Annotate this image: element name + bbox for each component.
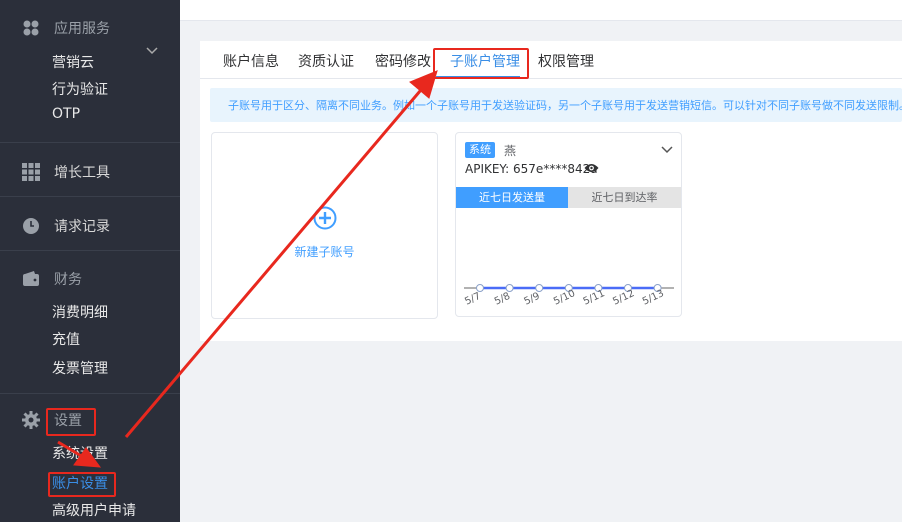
sidebar-divider (0, 196, 180, 197)
app-service-icon (23, 20, 39, 36)
tab-7day-arrival[interactable]: 近七日到达率 (568, 187, 681, 208)
sidebar-item-behavior-verify[interactable]: 行为验证 (52, 79, 108, 99)
apikey-text: APIKEY: 657e****842a (465, 162, 598, 176)
sidebar-item-invoice[interactable]: 发票管理 (52, 358, 108, 378)
sidebar-divider (0, 142, 180, 143)
sidebar: 应用服务 营销云 行为验证 OTP 增长工具 请求记录 财务 消费明细 充值 发… (0, 0, 180, 522)
tab-account-info[interactable]: 账户信息 (223, 51, 279, 71)
sidebar-section-request-log[interactable]: 请求记录 (22, 216, 110, 236)
chart-tick-label: 5/13 (641, 288, 666, 307)
wallet-icon (23, 271, 39, 286)
tab-permissions[interactable]: 权限管理 (538, 51, 594, 71)
sidebar-section-title: 增长工具 (54, 165, 110, 181)
tab-7day-sent[interactable]: 近七日发送量 (456, 187, 568, 208)
top-header (180, 0, 902, 21)
account-settings-panel: 账户信息 资质认证 密码修改 子账户管理 权限管理 子账号用于区分、隔离不同业务… (200, 41, 902, 341)
gear-icon (22, 411, 40, 429)
chevron-down-icon[interactable] (661, 145, 673, 155)
clock-icon (23, 218, 39, 234)
sidebar-item-marketing-cloud[interactable]: 营销云 (52, 52, 94, 72)
sidebar-item-recharge[interactable]: 充值 (52, 329, 80, 349)
sidebar-section-app-service[interactable]: 应用服务 (22, 18, 110, 38)
chart-tick-label: 5/12 (611, 288, 636, 307)
notice-text: 子账号用于区分、隔离不同业务。例如一个子账号用于发送验证码，另一个子账号用于发送… (228, 99, 902, 112)
stats-tabs: 近七日发送量 近七日到达率 (456, 187, 681, 208)
subaccount-card: 系统 燕 APIKEY: 657e****842a 近七日发送量 近七日到达率 … (455, 132, 682, 317)
highlight-subaccount-tab (433, 48, 529, 79)
plus-circle-icon (313, 206, 337, 230)
highlight-account-settings (48, 472, 116, 497)
grid-icon (22, 163, 40, 181)
chart-tick-label: 5/8 (493, 291, 512, 308)
sidebar-section-title: 财务 (54, 272, 82, 288)
tab-password[interactable]: 密码修改 (375, 51, 431, 71)
chart-tick-label: 5/9 (522, 291, 541, 308)
sidebar-section-title: 请求记录 (54, 219, 110, 235)
tab-bar: 账户信息 资质认证 密码修改 子账户管理 权限管理 (200, 41, 902, 79)
sidebar-section-growth-tools[interactable]: 增长工具 (22, 162, 110, 182)
sidebar-item-system-settings[interactable]: 系统设置 (52, 443, 108, 463)
sidebar-item-consumption[interactable]: 消费明细 (52, 302, 108, 322)
tab-qualification[interactable]: 资质认证 (298, 51, 354, 71)
chevron-down-icon[interactable] (146, 44, 158, 56)
info-notice: 子账号用于区分、隔离不同业务。例如一个子账号用于发送验证码，另一个子账号用于发送… (210, 88, 902, 122)
system-badge: 系统 (465, 142, 495, 158)
highlight-settings (46, 408, 96, 436)
chart-tick-label: 5/10 (552, 288, 577, 307)
sidebar-item-otp[interactable]: OTP (52, 106, 80, 122)
send-volume-chart: 5/7 5/8 5/9 5/10 5/11 5/12 5/13 (463, 284, 674, 308)
sidebar-section-title: 应用服务 (54, 21, 110, 37)
chart-tick-label: 5/7 (463, 291, 482, 308)
sidebar-section-finance[interactable]: 财务 (22, 269, 82, 289)
sidebar-item-advanced-user[interactable]: 高级用户申请 (52, 500, 136, 520)
main-content: 账户信息 资质认证 密码修改 子账户管理 权限管理 子账号用于区分、隔离不同业务… (180, 21, 902, 522)
chart-tick-label: 5/11 (582, 288, 607, 307)
sidebar-divider (0, 250, 180, 251)
new-subaccount-label: 新建子账号 (294, 245, 355, 259)
eye-icon[interactable] (584, 162, 599, 174)
new-subaccount-card[interactable]: 新建子账号 (211, 132, 438, 319)
subaccount-name: 燕 (504, 144, 517, 158)
sidebar-divider (0, 393, 180, 394)
